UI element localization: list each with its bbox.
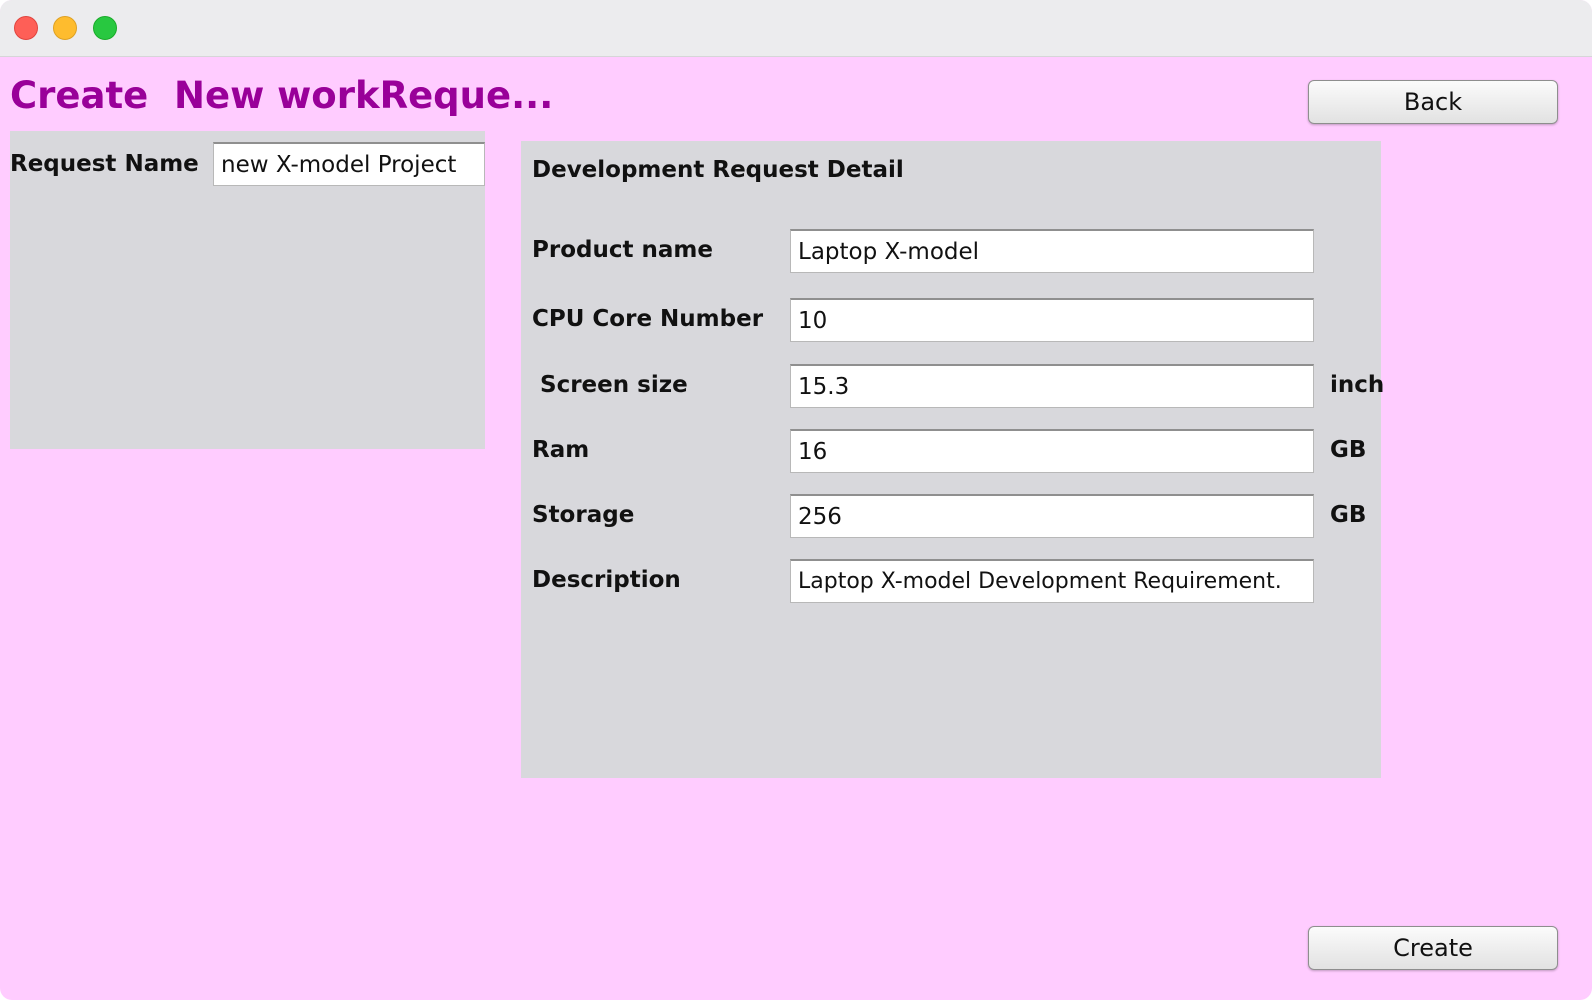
description-input[interactable] [790,559,1314,603]
request-name-panel: Request Name [10,131,485,449]
close-window-button[interactable] [14,16,38,40]
create-button[interactable]: Create [1308,926,1558,970]
storage-unit: GB [1330,502,1367,528]
app-window: Create New workReque... Back Request Nam… [0,0,1592,1000]
storage-input[interactable] [790,494,1314,538]
request-name-input[interactable] [213,142,485,186]
screen-size-unit: inch [1330,372,1385,398]
window-titlebar [0,0,1592,57]
screen-size-input[interactable] [790,364,1314,408]
section-title: Development Request Detail [532,157,904,183]
development-request-detail-panel: Development Request Detail Product name … [521,141,1385,778]
back-button[interactable]: Back [1308,80,1558,124]
maximize-window-button[interactable] [93,16,117,40]
product-name-label: Product name [532,237,713,263]
request-name-label: Request Name [10,151,199,177]
description-label: Description [532,567,681,593]
minimize-window-button[interactable] [53,16,77,40]
storage-label: Storage [532,502,635,528]
page-title: Create New workReque... [10,74,554,117]
cpu-core-number-label: CPU Core Number [532,306,764,332]
cpu-core-number-input[interactable] [790,298,1314,342]
ram-unit: GB [1330,437,1367,463]
screen-size-label: Screen size [532,372,688,398]
ram-label: Ram [532,437,590,463]
ram-input[interactable] [790,429,1314,473]
product-name-input[interactable] [790,229,1314,273]
